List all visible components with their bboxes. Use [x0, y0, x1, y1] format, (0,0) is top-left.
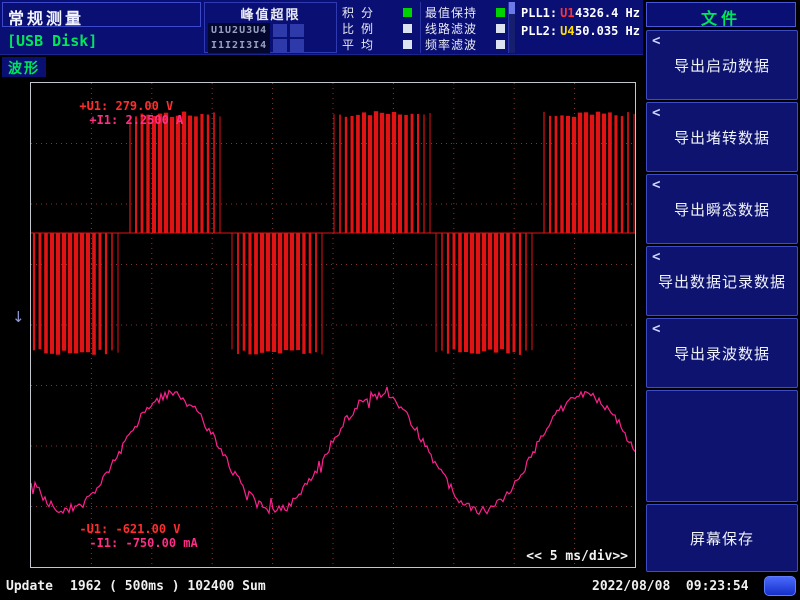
ratio-indicator-icon — [403, 24, 412, 33]
u1-max-label: +U1: 279.00 V — [79, 99, 173, 113]
pll-name-label: PLL2: — [521, 24, 557, 38]
peak-voltage-channels: U1U2U3U4 — [208, 23, 270, 38]
average-indicator-icon — [403, 40, 412, 49]
measurement-mode-box: 常规测量 — [2, 2, 201, 27]
export-transient-data-button[interactable]: < 导出瞬态数据 — [646, 174, 798, 244]
back-arrow-icon: < — [652, 249, 661, 265]
line-filter-indicator-icon — [496, 24, 505, 33]
measurement-mode-label: 常规测量 — [8, 9, 84, 28]
flag-char: 均 — [361, 36, 373, 53]
peak-row-current: I1I2I3I4 — [208, 38, 304, 53]
filter-label: 最值保持 — [425, 4, 477, 21]
pll-panel: PLL1:U14326.4 Hz PLL2:U450.035 Hz — [508, 2, 643, 53]
waveform-canvas — [31, 83, 635, 567]
timebase-label: << 5 ms/div>> — [526, 549, 628, 564]
flag-char: 分 — [361, 4, 373, 21]
back-arrow-icon: < — [652, 33, 661, 49]
mode-flag-average: 平均 — [342, 37, 412, 51]
sidebar-button-label: 导出录波数据 — [674, 343, 770, 364]
sidebar-button-label: 导出瞬态数据 — [674, 199, 770, 220]
integration-flags-panel: 积分比例平均 — [338, 2, 420, 53]
pll2-row: PLL2:U450.035 Hz — [521, 24, 641, 38]
pll-frequency-value: 50.035 Hz — [575, 24, 640, 38]
i1-max-label: +I1: 2.2500 A — [89, 113, 183, 127]
sidebar-button-label: 屏幕保存 — [690, 528, 754, 549]
back-arrow-icon: < — [652, 321, 661, 337]
sidebar-button-label: 导出堵转数据 — [674, 127, 770, 148]
mode-flag-ratio: 比例 — [342, 21, 412, 35]
sidebar-button-label: 导出启动数据 — [674, 55, 770, 76]
flag-char: 比 — [342, 20, 354, 37]
pll-scrollbar — [509, 2, 515, 53]
export-locked-rotor-data-button[interactable]: < 导出堵转数据 — [646, 102, 798, 172]
peak-extra-cell — [290, 39, 304, 52]
filter-flag-max-hold: 最值保持 — [425, 5, 505, 19]
empty-slot-button — [646, 390, 798, 502]
peak-over-limit-title: 峰值超限 — [205, 4, 336, 23]
level-marker-icon: ↓ — [12, 308, 25, 326]
filter-flag-line-filter: 线路滤波 — [425, 21, 505, 35]
status-indicator — [764, 576, 796, 596]
sidebar: < 导出启动数据 < 导出堵转数据 < 导出瞬态数据 < 导出数据记录数据 < 导出录波数据屏幕保… — [646, 0, 798, 600]
peak-extra-cell — [273, 24, 287, 37]
update-label: Update — [6, 579, 53, 594]
usb-disk-label: [USB Disk] — [7, 32, 97, 50]
pll-frequency-value: 4326.4 Hz — [575, 6, 640, 20]
pll-scrollbar-thumb — [509, 2, 515, 14]
peak-extra-cell — [273, 39, 287, 52]
integration-indicator-icon — [403, 8, 412, 17]
pll-rows: PLL1:U14326.4 Hz PLL2:U450.035 Hz — [509, 6, 643, 38]
top-bar: 常规测量 [USB Disk] 峰值超限 U1U2U3U4 I1I2I3I4 积… — [0, 0, 643, 55]
u1-min-label: -U1: -621.00 V — [79, 522, 180, 536]
min-values-label: -U1: -621.00 V -I1: -750.00 mA — [36, 508, 198, 564]
peak-over-limit-panel: 峰值超限 U1U2U3U4 I1I2I3I4 — [204, 2, 337, 53]
sidebar-button-label: 导出数据记录数据 — [658, 271, 786, 292]
peak-extra-cell — [290, 24, 304, 37]
max-values-label: +U1: 279.00 V +I1: 2.2500 A — [36, 85, 183, 141]
flag-char: 积 — [342, 4, 354, 21]
back-arrow-icon: < — [652, 105, 661, 121]
i1-min-label: -I1: -750.00 mA — [89, 536, 197, 550]
peak-row-voltage: U1U2U3U4 — [208, 23, 304, 38]
status-bar: Update 1962 ( 500ms ) 102400 Sum 2022/08… — [0, 572, 800, 600]
screen-save-button[interactable]: 屏幕保存 — [646, 504, 798, 572]
pll-source-label: U1 — [560, 6, 574, 20]
datetime-label: 2022/08/08 09:23:54 — [592, 579, 749, 594]
filter-label: 线路滤波 — [425, 20, 477, 37]
export-waveform-record-data-button[interactable]: < 导出录波数据 — [646, 318, 798, 388]
pll1-row: PLL1:U14326.4 Hz — [521, 6, 641, 20]
mode-flag-integration: 积分 — [342, 5, 412, 19]
back-arrow-icon: < — [652, 177, 661, 193]
max-hold-indicator-icon — [496, 8, 505, 17]
instrument-screen: 常规测量 [USB Disk] 峰值超限 U1U2U3U4 I1I2I3I4 积… — [0, 0, 800, 600]
peak-current-channels: I1I2I3I4 — [208, 38, 270, 53]
waveform-plot: +U1: 279.00 V +I1: 2.2500 A -U1: -621.00… — [30, 82, 636, 568]
tab-waveform[interactable]: 波形 — [2, 57, 46, 77]
export-datalog-data-button[interactable]: < 导出数据记录数据 — [646, 246, 798, 316]
flag-char: 例 — [361, 20, 373, 37]
waveform-svg — [31, 83, 635, 567]
freq-filter-indicator-icon — [496, 40, 505, 49]
export-startup-data-button[interactable]: < 导出启动数据 — [646, 30, 798, 100]
filter-flags-panel: 最值保持线路滤波频率滤波 — [420, 2, 508, 53]
sample-counter: 1962 ( 500ms ) 102400 Sum — [70, 579, 266, 594]
filter-flag-freq-filter: 频率滤波 — [425, 37, 505, 51]
filter-label: 频率滤波 — [425, 36, 477, 53]
flag-char: 平 — [342, 36, 354, 53]
pll-name-label: PLL1: — [521, 6, 557, 20]
pll-source-label: U4 — [560, 24, 574, 38]
